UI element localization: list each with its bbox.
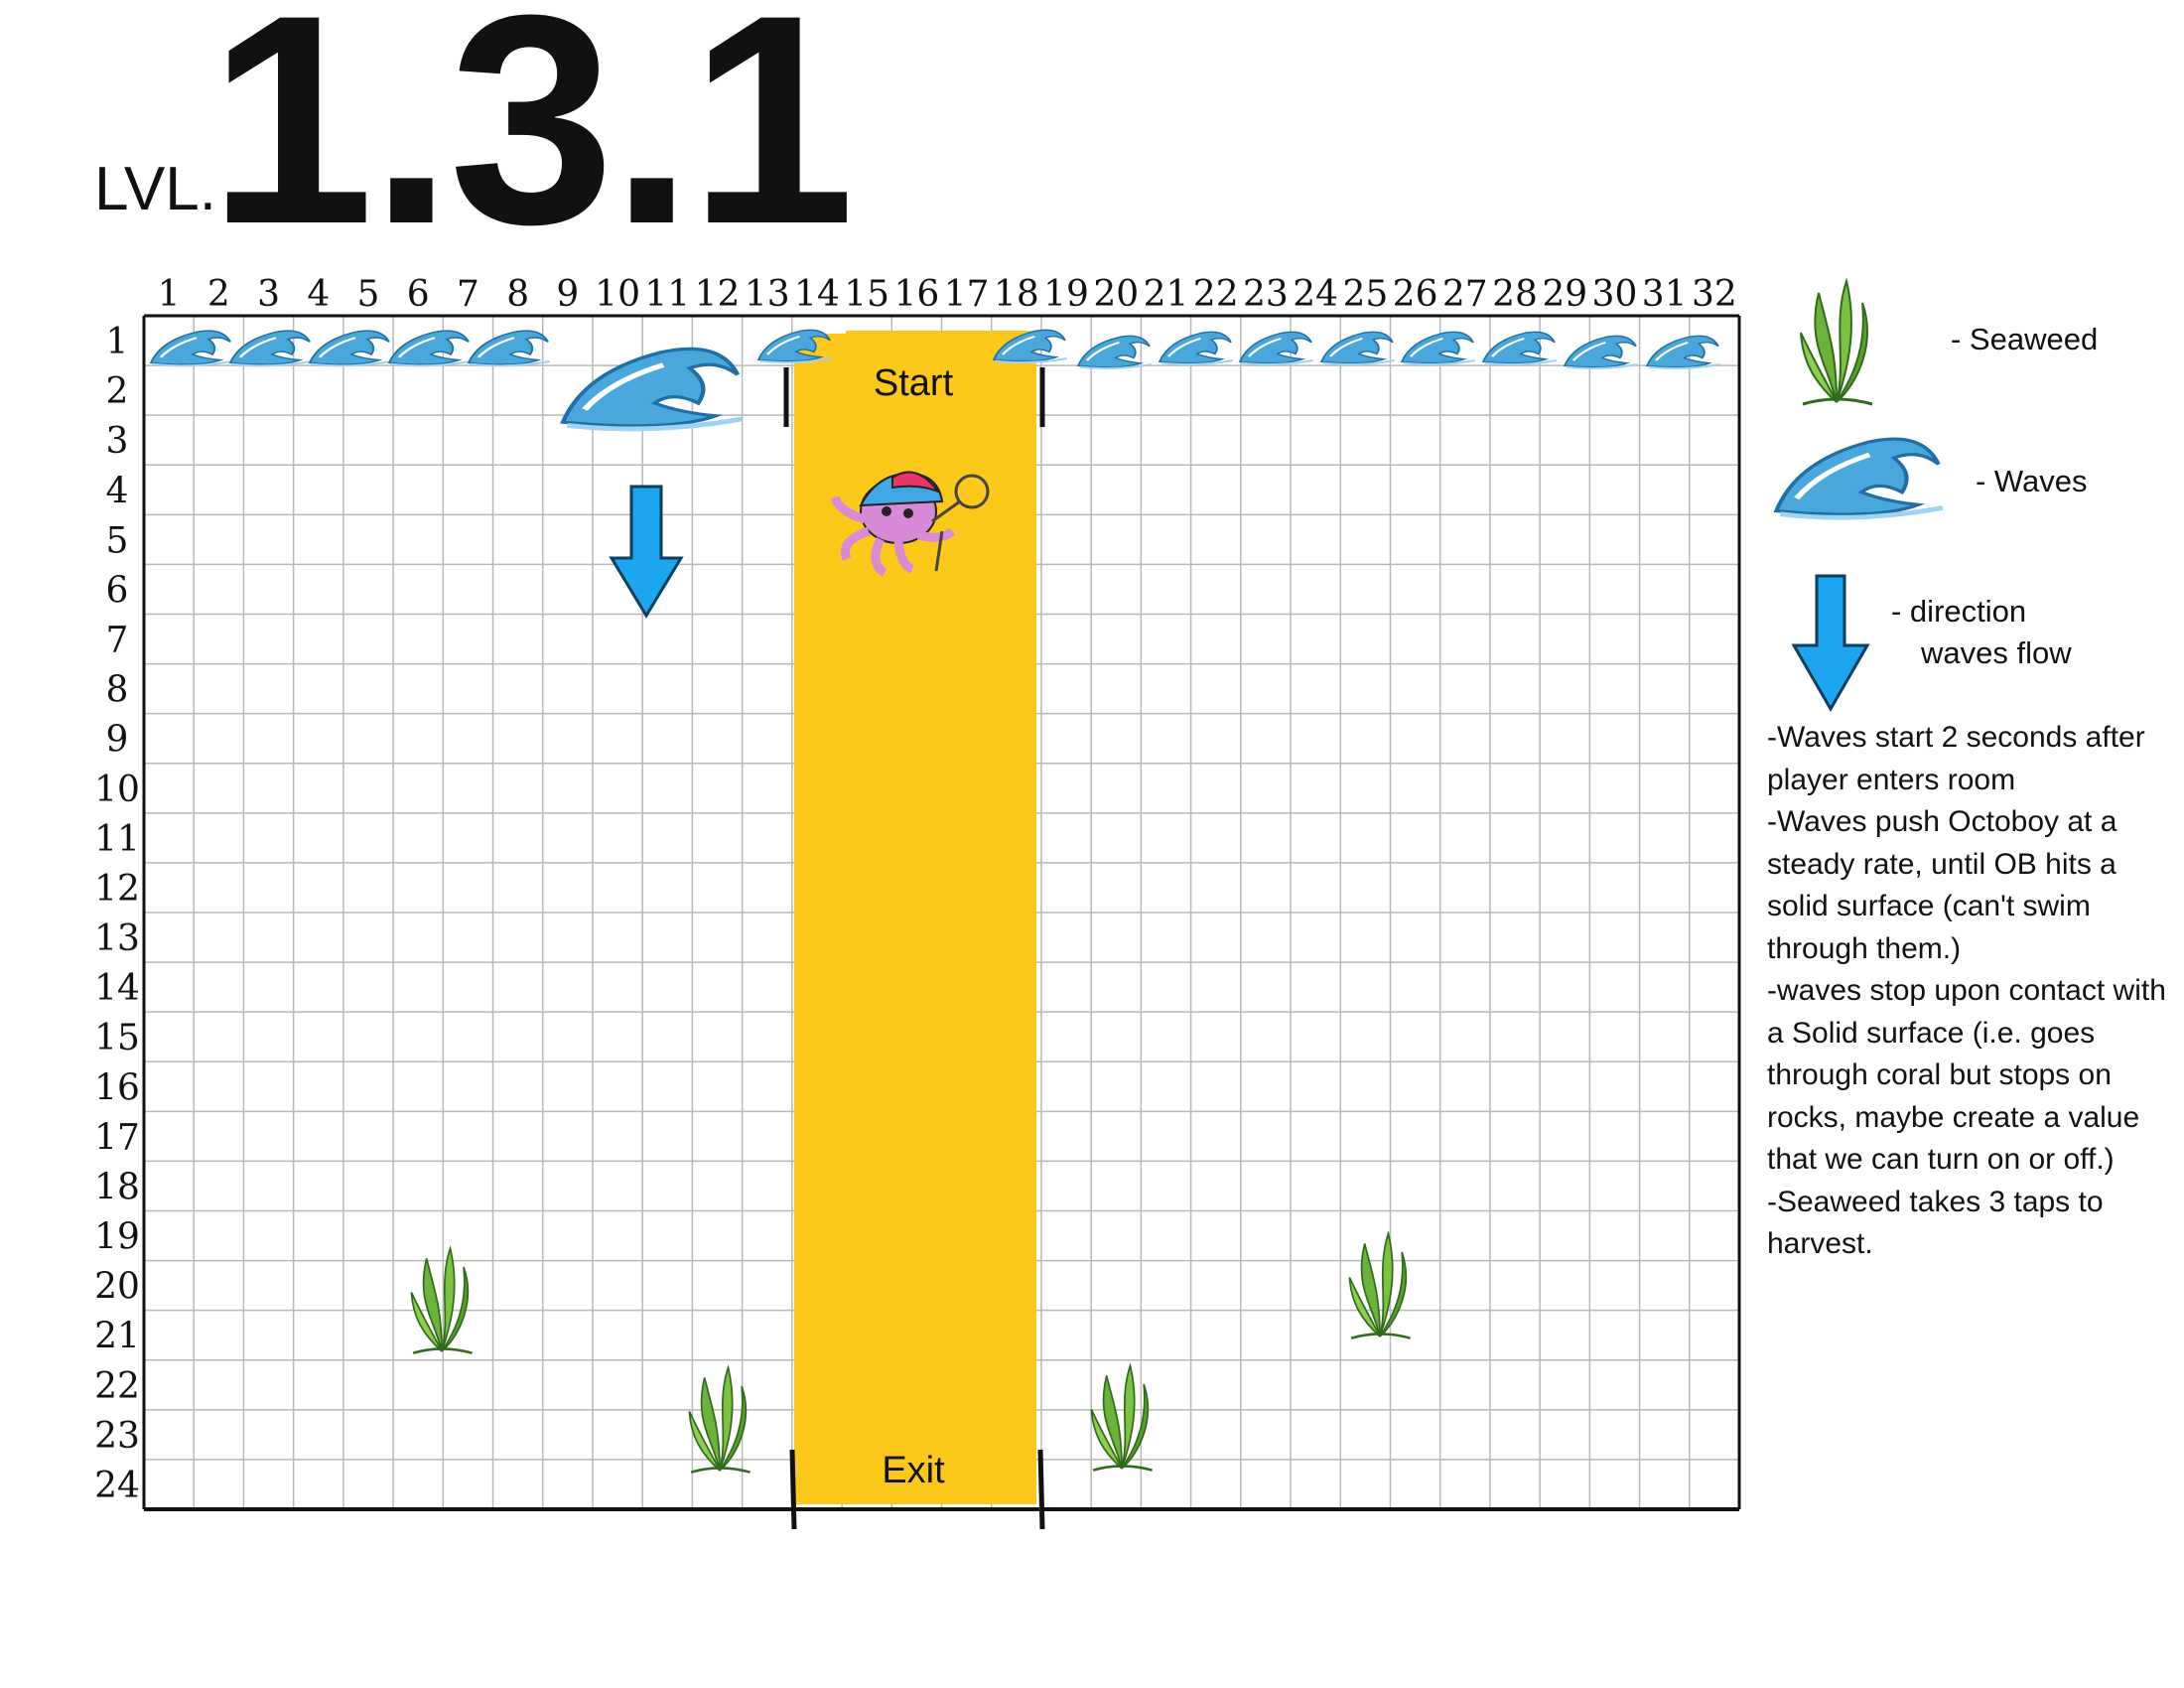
column-label: 18: [994, 274, 1039, 315]
column-label: 20: [1093, 274, 1139, 315]
row-label: 17: [94, 1117, 140, 1158]
column-label: 6: [407, 274, 430, 315]
column-label: 32: [1692, 274, 1737, 315]
legend-seaweed-icon: [1799, 279, 1874, 406]
column-labels: 1 2 3 4 5 6 7 8 9 10 11 12 13 14 15 16 17 18 19 20 21 22 23 24 2…: [158, 274, 1737, 315]
row-label: 20: [94, 1267, 140, 1308]
column-label: 10: [595, 274, 640, 315]
legend-wave-icon: [1763, 422, 1952, 531]
row-label: 7: [106, 621, 129, 661]
wave-icon: [1238, 330, 1315, 366]
column-label: 17: [944, 274, 990, 315]
start-label: Start: [873, 362, 954, 404]
column-label: 12: [695, 274, 741, 315]
column-label: 5: [357, 274, 380, 315]
row-label: 23: [94, 1416, 140, 1457]
wave-icon: [1645, 334, 1722, 370]
wave-icon: [149, 329, 234, 367]
row-label: 14: [94, 968, 140, 1009]
column-label: 1: [158, 274, 181, 315]
seaweed-icon: [1090, 1364, 1154, 1472]
column-label: 8: [506, 274, 529, 315]
column-label: 24: [1293, 274, 1338, 315]
note-item: -Seaweed takes 3 taps to harvest.: [1767, 1185, 2104, 1261]
column-label: 27: [1442, 274, 1488, 315]
down-arrow-icon: [609, 485, 684, 619]
row-label: 2: [106, 371, 129, 412]
design-notes: -Waves start 2 seconds after player ente…: [1767, 717, 2184, 1266]
column-label: 13: [745, 274, 790, 315]
row-label: 12: [94, 869, 140, 910]
column-label: 31: [1642, 274, 1688, 315]
seaweed-icon: [410, 1247, 474, 1354]
column-label: 11: [644, 274, 690, 315]
column-label: 19: [1043, 274, 1089, 315]
row-label: 1: [106, 322, 129, 362]
note-item: -waves stop upon contact with a Solid su…: [1767, 974, 2166, 1176]
seaweed-icon: [688, 1366, 751, 1474]
wave-icon: [563, 349, 742, 429]
column-label: 21: [1144, 274, 1189, 315]
row-label: 18: [94, 1167, 140, 1207]
row-label: 19: [94, 1217, 140, 1258]
row-label: 5: [106, 520, 129, 561]
column-label: 23: [1243, 274, 1289, 315]
row-label: 4: [106, 471, 129, 511]
note-item: -Waves push Octoboy at a steady rate, un…: [1767, 805, 2117, 965]
column-label: 22: [1193, 274, 1239, 315]
row-label: 24: [94, 1466, 140, 1506]
row-label: 11: [94, 819, 140, 860]
seaweed-icon: [1348, 1232, 1412, 1339]
legend-arrow-icon: [1792, 574, 1870, 712]
legend-direction-label-1: - direction: [1891, 594, 2027, 629]
wave-icon: [387, 329, 473, 367]
column-label: 9: [556, 274, 579, 315]
wave-icon: [1319, 330, 1397, 366]
column-label: 14: [794, 274, 840, 315]
wave-icon: [1481, 330, 1559, 366]
column-label: 7: [457, 274, 479, 315]
column-label: 29: [1542, 274, 1587, 315]
row-label: 8: [106, 670, 129, 711]
column-label: 15: [844, 274, 889, 315]
exit-label: Exit: [882, 1450, 945, 1491]
row-label: 13: [94, 918, 140, 959]
row-label: 6: [106, 570, 129, 611]
note-item: -Waves start 2 seconds after player ente…: [1767, 721, 2145, 796]
column-label: 25: [1342, 274, 1388, 315]
legend-seaweed-label: - Seaweed: [1951, 322, 2099, 356]
column-label: 26: [1393, 274, 1438, 315]
row-label: 15: [94, 1018, 140, 1058]
wave-icon: [228, 329, 314, 367]
row-label: 16: [94, 1067, 140, 1108]
column-label: 28: [1492, 274, 1538, 315]
row-label: 21: [94, 1317, 140, 1357]
row-label: 10: [94, 770, 140, 810]
wave-icon: [1563, 334, 1640, 370]
legend-direction-label-2: waves flow: [1921, 635, 2072, 670]
column-label: 16: [893, 274, 939, 315]
wave-icon: [467, 329, 552, 367]
column-label: 3: [257, 274, 280, 315]
row-label: 22: [94, 1366, 140, 1407]
wave-icon: [308, 329, 393, 367]
column-label: 2: [207, 274, 230, 315]
column-label: 30: [1592, 274, 1638, 315]
column-label: 4: [307, 274, 330, 315]
row-label: 3: [106, 421, 129, 462]
row-labels: 123456789101112131415161718192021222324: [94, 322, 140, 1506]
wave-icon: [1400, 330, 1477, 366]
row-label: 9: [106, 720, 129, 761]
wave-icon: [1158, 330, 1235, 366]
legend-wave-label: - Waves: [1976, 464, 2088, 498]
